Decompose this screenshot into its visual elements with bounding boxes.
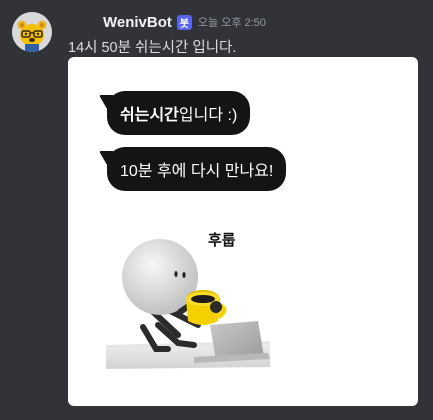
bubble-tail [98,151,122,165]
avatar[interactable] [12,12,52,52]
bear-avatar-icon [12,12,52,52]
bubble-bold-text: 쉬는시간 [120,107,179,124]
bubble-text: 10분 후에 다시 만나요! [120,163,274,180]
speech-bubble-see-you: 10분 후에 다시 만나요! [98,147,287,191]
message-content: 14시 50분 쉬는시간 입니다. [68,40,237,56]
character-sticker-icon [106,239,270,369]
message-header: WenivBot 봇 오늘 오후 2:50 [103,12,266,32]
bot-badge: 봇 [176,14,192,30]
username[interactable]: WenivBot [103,14,172,31]
speech-bubble-break: 쉬는시간입니다 :) [98,91,251,135]
timestamp[interactable]: 오늘 오후 2:50 [198,14,266,30]
sticker-caption: 후룹 [208,232,236,249]
bubble-tail [98,95,122,109]
image-embed[interactable]: 쉬는시간입니다 :) 10분 후에 다시 만나요! 후룹 [68,57,418,406]
bubble-regular-text: 입니다 :) [178,107,238,124]
